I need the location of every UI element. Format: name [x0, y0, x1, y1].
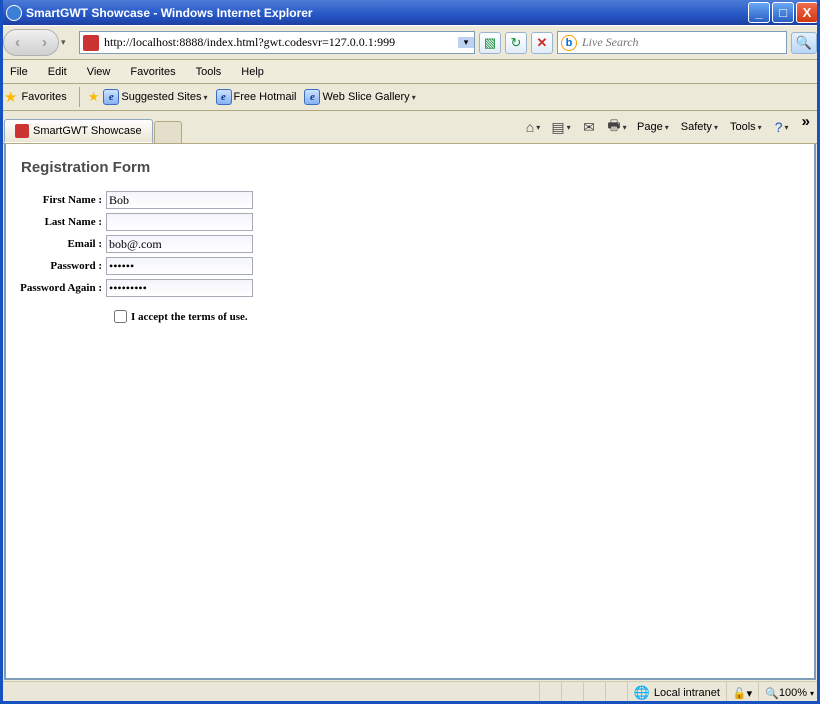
chevron-down-icon: ▾: [203, 93, 207, 102]
ie-app-icon: [6, 5, 22, 21]
password-again-input[interactable]: [106, 279, 253, 297]
suggested-sites-link[interactable]: e Suggested Sites ▾: [103, 89, 207, 105]
form-heading: Registration Form: [21, 159, 799, 176]
menu-favorites[interactable]: Favorites: [120, 66, 185, 78]
maximize-button[interactable]: □: [772, 2, 794, 23]
favorites-button[interactable]: Favorites: [21, 91, 66, 103]
ie-icon: e: [103, 89, 119, 105]
close-button[interactable]: X: [796, 2, 818, 23]
password-input[interactable]: [106, 257, 253, 275]
web-slice-link[interactable]: e Web Slice Gallery ▾: [304, 89, 415, 105]
search-button[interactable]: 🔍: [791, 32, 817, 54]
web-slice-label: Web Slice Gallery: [322, 91, 409, 103]
separator: [79, 87, 80, 107]
menu-tools[interactable]: Tools: [186, 66, 232, 78]
back-button[interactable]: ‹: [4, 30, 31, 55]
url-dropdown[interactable]: ▾: [458, 37, 474, 48]
tab-title: SmartGWT Showcase: [33, 125, 142, 137]
first-name-label: First Name :: [6, 194, 106, 206]
feeds-icon[interactable]: ▤▾: [547, 119, 575, 136]
bing-icon: b: [561, 35, 577, 51]
suggested-sites-label: Suggested Sites: [121, 91, 201, 103]
security-zone[interactable]: 🌐 Local intranet: [627, 682, 726, 704]
free-hotmail-label: Free Hotmail: [234, 91, 297, 103]
last-name-input[interactable]: [106, 213, 253, 231]
ie-icon: e: [304, 89, 320, 105]
menu-help[interactable]: Help: [231, 66, 274, 78]
help-icon[interactable]: ?▾: [768, 119, 796, 135]
globe-icon: 🌐: [634, 685, 650, 701]
minimize-button[interactable]: _: [748, 2, 770, 23]
compat-button[interactable]: ▧: [479, 32, 501, 54]
print-icon[interactable]: 🖶▾: [603, 115, 631, 139]
menu-file[interactable]: File: [0, 66, 38, 78]
email-input[interactable]: [106, 235, 253, 253]
menu-edit[interactable]: Edit: [38, 66, 77, 78]
chevron-down-icon: ▾: [412, 93, 416, 102]
address-bar[interactable]: ▾: [79, 31, 475, 54]
site-favicon-icon: [83, 35, 99, 51]
safety-menu[interactable]: Safety▾: [681, 121, 718, 133]
url-input[interactable]: [102, 34, 458, 51]
window-title: SmartGWT Showcase - Windows Internet Exp…: [26, 6, 313, 20]
password-again-label: Password Again :: [6, 282, 106, 294]
search-bar[interactable]: b: [557, 31, 787, 54]
add-favorite-icon[interactable]: ★: [88, 89, 100, 105]
menu-view[interactable]: View: [77, 66, 121, 78]
refresh-button[interactable]: ↻: [505, 32, 527, 54]
ie-icon: e: [216, 89, 232, 105]
zoom-level[interactable]: 🔍 100%▾: [758, 682, 820, 704]
free-hotmail-link[interactable]: e Free Hotmail: [216, 89, 297, 105]
browser-tab[interactable]: SmartGWT Showcase: [4, 119, 153, 143]
home-icon[interactable]: ⌂▾: [519, 119, 547, 135]
stop-button[interactable]: ✕: [531, 32, 553, 54]
status-text: [0, 682, 539, 704]
password-label: Password :: [6, 260, 106, 272]
page-menu[interactable]: Page▾: [637, 121, 669, 133]
new-tab-button[interactable]: [154, 121, 182, 143]
first-name-input[interactable]: [106, 191, 253, 209]
terms-checkbox[interactable]: [114, 310, 127, 323]
favorites-star-icon[interactable]: ★: [4, 88, 17, 106]
search-input[interactable]: [580, 34, 786, 51]
forward-button[interactable]: ›: [31, 30, 58, 55]
tools-menu[interactable]: Tools▾: [730, 121, 762, 133]
mail-icon[interactable]: ✉: [575, 119, 603, 136]
nav-history-dropdown[interactable]: ▾: [61, 37, 73, 48]
last-name-label: Last Name :: [6, 216, 106, 228]
protected-mode-icon[interactable]: 🔓▾: [726, 682, 758, 704]
more-chevron-icon[interactable]: »: [802, 113, 810, 130]
terms-label: I accept the terms of use.: [131, 311, 248, 323]
tab-favicon-icon: [15, 124, 29, 138]
email-label: Email :: [6, 238, 106, 250]
